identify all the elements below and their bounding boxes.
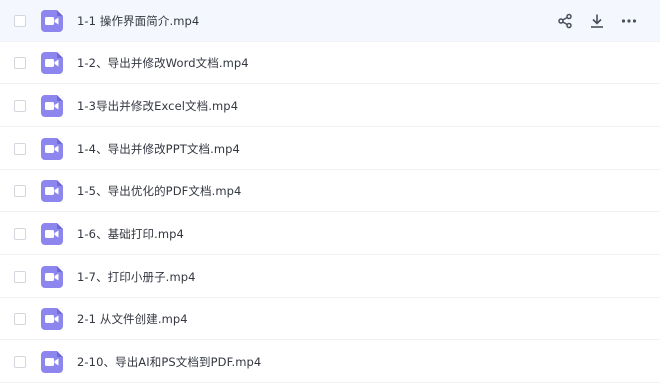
file-list: 1-1 操作界面简介.mp4 1-2、导出并修改Word文档.mp4 1-3导出… (0, 0, 660, 384)
file-name[interactable]: 1-5、导出优化的PDF文档.mp4 (77, 183, 241, 199)
file-row[interactable]: 2-10、导出AI和PS文档到PDF.mp4 (0, 341, 660, 383)
row-checkbox[interactable] (14, 14, 26, 27)
file-row[interactable]: 1-1 操作界面简介.mp4 (0, 0, 660, 42)
file-row[interactable]: 1-3导出并修改Excel文档.mp4 (0, 85, 660, 127)
video-file-icon (41, 350, 63, 373)
file-name[interactable]: 1-1 操作界面简介.mp4 (77, 13, 199, 29)
row-checkbox[interactable] (14, 142, 26, 155)
video-file-icon (41, 222, 63, 245)
file-row[interactable]: 1-4、导出并修改PPT文档.mp4 (0, 128, 660, 170)
video-file-icon (41, 179, 63, 202)
file-name[interactable]: 1-7、打印小册子.mp4 (77, 269, 196, 285)
download-icon[interactable] (588, 12, 606, 30)
row-actions (556, 12, 638, 30)
file-row[interactable]: 1-5、导出优化的PDF文档.mp4 (0, 170, 660, 212)
share-icon[interactable] (556, 12, 574, 30)
video-file-icon (41, 94, 63, 117)
row-checkbox[interactable] (14, 99, 26, 112)
more-icon[interactable] (620, 12, 638, 30)
video-file-icon (41, 51, 63, 74)
row-checkbox[interactable] (14, 312, 26, 325)
row-checkbox[interactable] (14, 227, 26, 240)
file-row[interactable]: 1-7、打印小册子.mp4 (0, 256, 660, 298)
video-file-icon (41, 265, 63, 288)
file-name[interactable]: 1-6、基础打印.mp4 (77, 226, 184, 242)
video-file-icon (41, 307, 63, 330)
file-name[interactable]: 2-1 从文件创建.mp4 (77, 311, 188, 327)
row-checkbox[interactable] (14, 56, 26, 69)
video-file-icon (41, 137, 63, 160)
file-row[interactable]: 2-1 从文件创建.mp4 (0, 298, 660, 340)
row-checkbox[interactable] (14, 184, 26, 197)
file-name[interactable]: 2-10、导出AI和PS文档到PDF.mp4 (77, 354, 261, 370)
row-checkbox[interactable] (14, 270, 26, 283)
file-name[interactable]: 1-4、导出并修改PPT文档.mp4 (77, 141, 240, 157)
file-name[interactable]: 1-2、导出并修改Word文档.mp4 (77, 55, 249, 71)
row-checkbox[interactable] (14, 355, 26, 368)
file-row[interactable]: 1-6、基础打印.mp4 (0, 213, 660, 255)
file-row[interactable]: 1-2、导出并修改Word文档.mp4 (0, 42, 660, 84)
file-name[interactable]: 1-3导出并修改Excel文档.mp4 (77, 98, 238, 114)
video-file-icon (41, 9, 63, 32)
